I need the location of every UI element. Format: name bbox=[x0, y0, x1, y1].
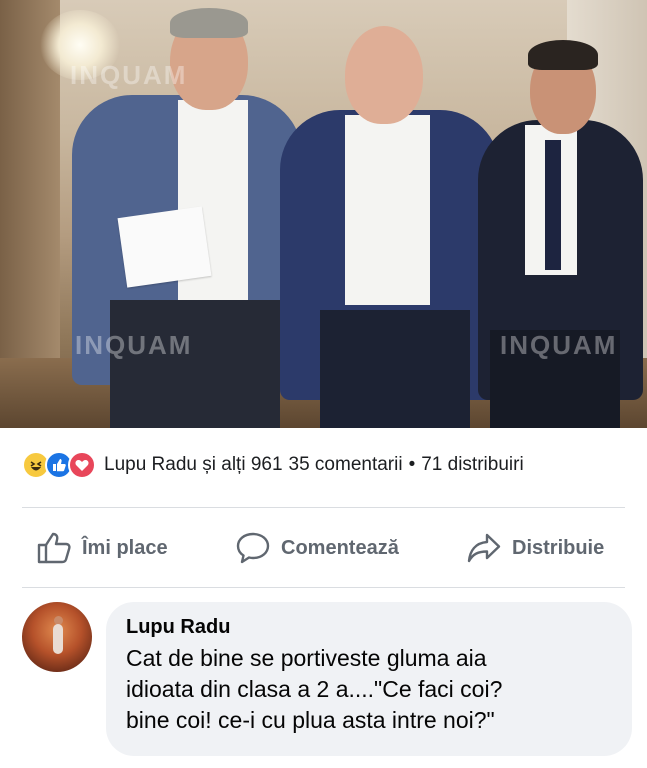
share-button-label: Distribuie bbox=[512, 536, 605, 559]
photo-watermark-bottom: INQUAM bbox=[75, 330, 193, 360]
post-actions: Îmi place Comentează Distribuie bbox=[0, 520, 647, 576]
share-icon bbox=[467, 533, 501, 563]
comments-count[interactable]: 35 comentarii bbox=[289, 454, 403, 475]
divider-bottom bbox=[22, 587, 625, 588]
love-icon bbox=[68, 451, 96, 479]
divider-top bbox=[22, 507, 625, 508]
shares-count[interactable]: 71 distribuiri bbox=[421, 454, 523, 475]
comment-bubble[interactable]: Lupu Radu Cat de bine se portiveste glum… bbox=[106, 602, 632, 756]
like-button-label: Îmi place bbox=[82, 536, 168, 559]
document-paper bbox=[117, 206, 212, 288]
photo-watermark: INQUAM bbox=[70, 60, 188, 90]
reactions-summary[interactable]: Lupu Radu și alți 961 35 comentarii • 71 d… bbox=[0, 440, 647, 490]
comment-text: Cat de bine se portiveste gluma aia idio… bbox=[126, 645, 503, 733]
separator-dot: • bbox=[408, 454, 416, 475]
avatar[interactable] bbox=[22, 602, 92, 672]
photo-watermark-right: INQUAM bbox=[500, 330, 618, 360]
share-button[interactable]: Distribuie bbox=[466, 531, 604, 565]
reaction-icons[interactable] bbox=[22, 451, 96, 479]
reactors-label[interactable]: Lupu Radu și alți 961 bbox=[104, 454, 283, 476]
thumbs-up-icon bbox=[37, 532, 71, 564]
comment-button-label: Comentează bbox=[281, 536, 399, 559]
comment-icon bbox=[236, 532, 270, 564]
post-photo[interactable]: INQUAM INQUAM INQUAM bbox=[0, 0, 647, 428]
comment-author[interactable]: Lupu Radu bbox=[126, 616, 612, 639]
like-button[interactable]: Îmi place bbox=[36, 531, 168, 565]
comment-button[interactable]: Comentează bbox=[235, 531, 399, 565]
